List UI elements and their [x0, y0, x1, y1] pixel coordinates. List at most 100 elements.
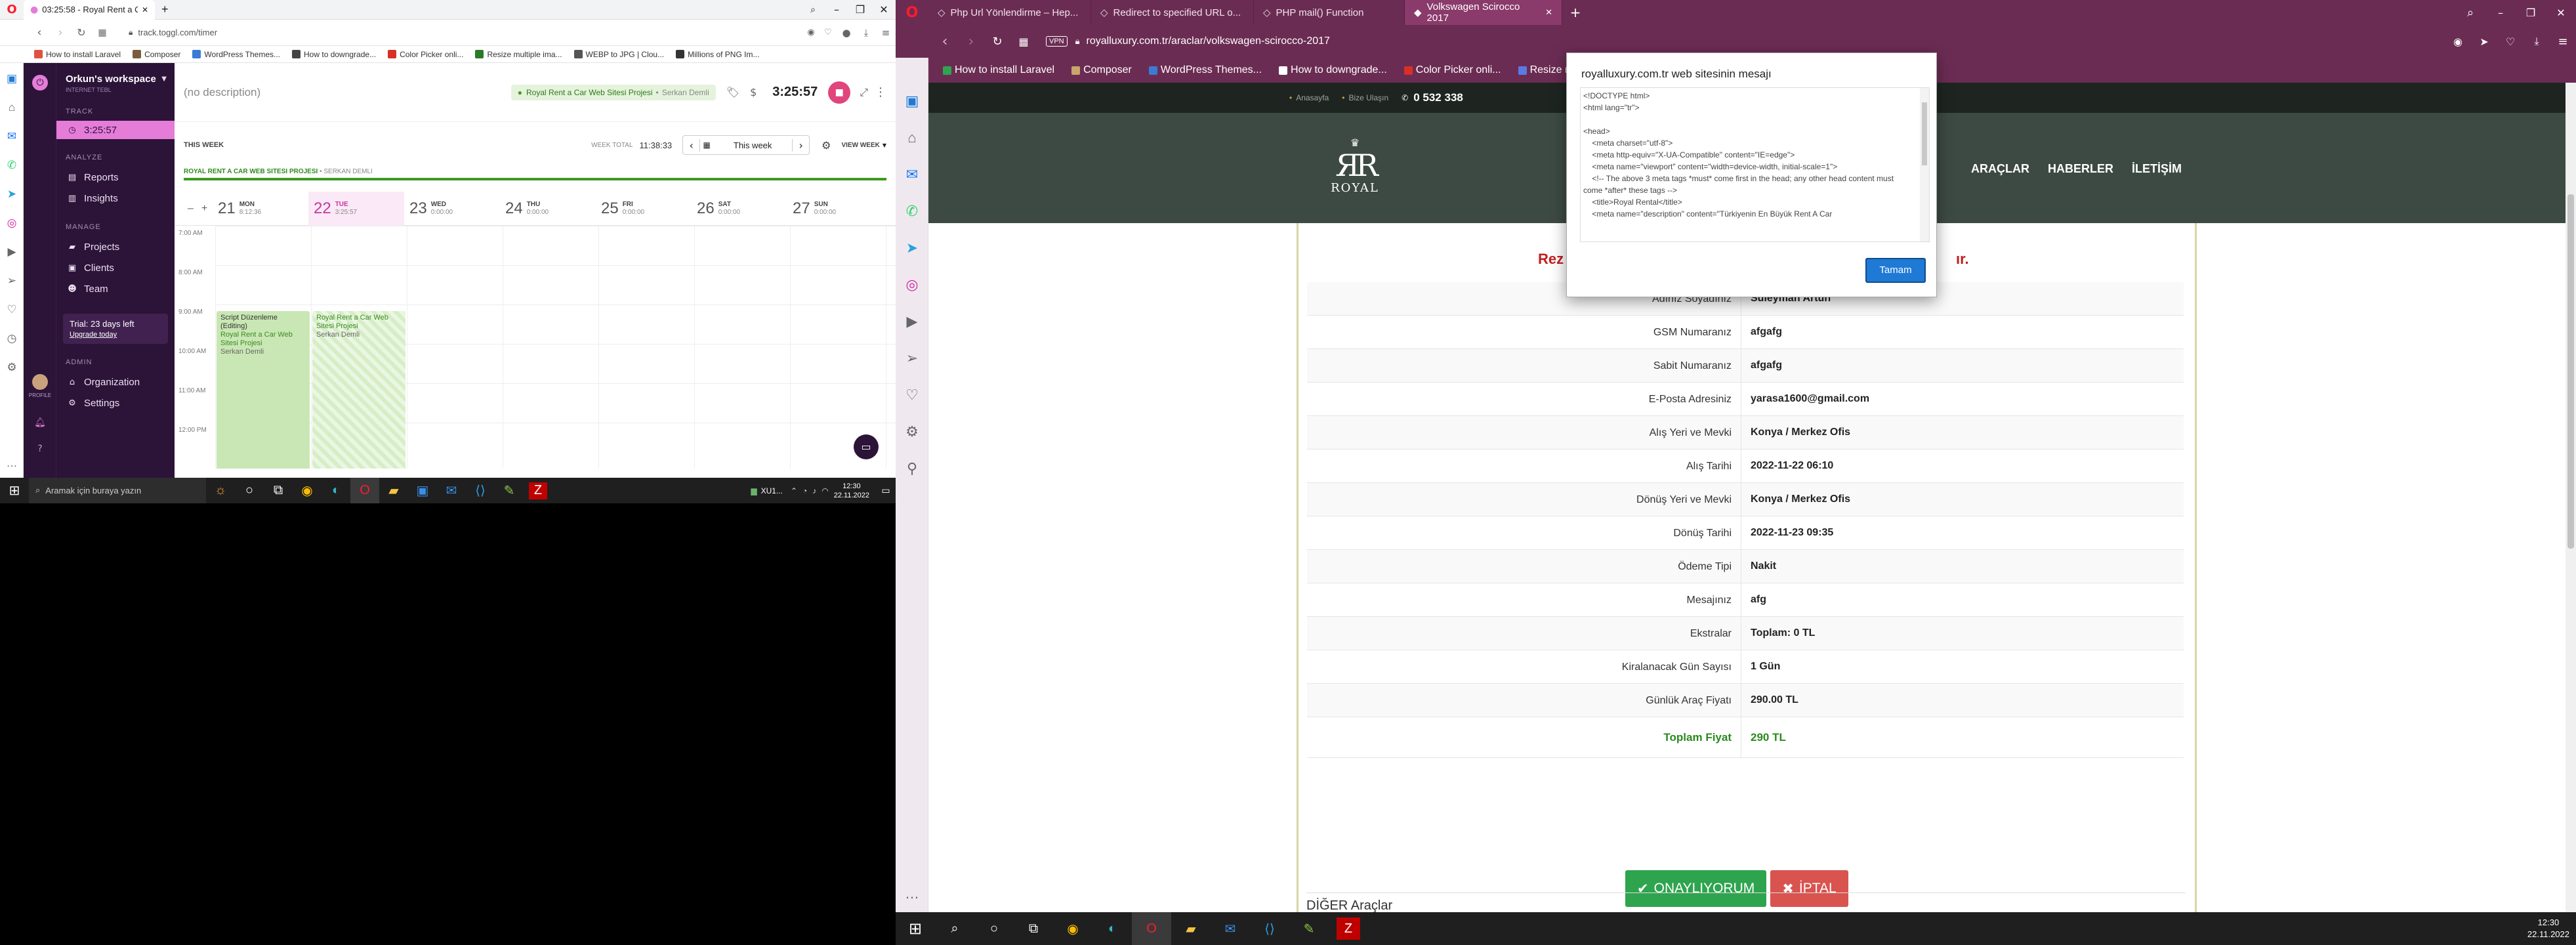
close-icon[interactable]: ✕: [1545, 8, 1552, 18]
bookmark-item[interactable]: Resize multiple ima...: [475, 50, 562, 59]
avatar[interactable]: [32, 374, 48, 390]
edge-icon[interactable]: ◐: [322, 478, 350, 503]
player-icon[interactable]: ▶: [896, 303, 928, 340]
zoom-out-icon[interactable]: –: [188, 203, 194, 215]
chrome-icon[interactable]: ◉: [1053, 912, 1092, 945]
camera-icon[interactable]: ◉: [2445, 35, 2471, 48]
more-icon[interactable]: …: [0, 449, 24, 478]
upgrade-link[interactable]: Upgrade today: [70, 331, 161, 339]
browser-tab[interactable]: ◇ PHP mail() Function: [1254, 0, 1405, 25]
task-view-icon[interactable]: ⧉: [1014, 912, 1053, 945]
file-explorer-icon[interactable]: ▰: [1171, 912, 1211, 945]
description-input[interactable]: (no description): [184, 86, 511, 99]
opera-icon[interactable]: O: [350, 478, 379, 503]
nav-item-settings[interactable]: ⚙ Settings: [56, 392, 175, 413]
bookmark-item[interactable]: Composer: [1071, 64, 1132, 76]
restore-icon[interactable]: ❐: [848, 3, 872, 16]
view-selector[interactable]: VIEW WEEK: [842, 142, 880, 149]
day-column-header[interactable]: 24 THU 0:00:00: [500, 192, 596, 226]
day-column-header[interactable]: 21 MON 8:12:36: [213, 192, 308, 226]
history-icon[interactable]: ◷: [0, 324, 24, 353]
url-field[interactable]: 🔒︎ track.toggl.com/timer: [119, 24, 684, 42]
project-chip[interactable]: ● Royal Rent a Car Web Sitesi Projesi • …: [510, 84, 716, 100]
scrollbar-thumb[interactable]: [2567, 194, 2574, 549]
reload-icon[interactable]: ↻: [984, 35, 1010, 49]
windows-start-icon[interactable]: ⊞: [0, 478, 29, 503]
site-logo[interactable]: ♛ ЯR ROYAL: [1276, 136, 1434, 209]
menu-item-cars[interactable]: ARAÇLAR: [1971, 162, 2029, 176]
cortana-icon[interactable]: ○: [974, 912, 1014, 945]
notepad-icon[interactable]: ✎: [495, 478, 524, 503]
nav-item-insights[interactable]: ▥ Insights: [56, 188, 175, 209]
tag-icon[interactable]: 🏷︎: [726, 86, 739, 98]
opera-icon[interactable]: O: [1132, 912, 1171, 945]
dialog-message[interactable]: <!DOCTYPE html> <html lang="tr"> <head> …: [1580, 87, 1930, 242]
messenger-icon[interactable]: ✉: [896, 156, 928, 193]
send-icon[interactable]: ➢: [896, 340, 928, 377]
heart-icon[interactable]: ♡: [820, 28, 837, 37]
task-view-icon[interactable]: ⧉: [264, 478, 293, 503]
tray-chevron-icon[interactable]: ⌃: [791, 486, 797, 495]
notifications-icon[interactable]: ▭: [876, 478, 896, 503]
download-icon[interactable]: ⤓: [2524, 35, 2550, 48]
forward-icon[interactable]: ›: [50, 26, 71, 39]
day-column-header[interactable]: 26 SAT 0:00:00: [692, 192, 787, 226]
home-icon[interactable]: ⌂: [896, 119, 928, 156]
reload-icon[interactable]: ↻: [71, 26, 92, 39]
edge-icon[interactable]: ◐: [1092, 912, 1132, 945]
time-entry[interactable]: Royal Rent a Car Web Sitesi Projesi Serka…: [312, 311, 405, 469]
bookmark-item[interactable]: Composer: [133, 50, 180, 59]
vscode-icon[interactable]: ⟨⟩: [466, 478, 495, 503]
stop-button[interactable]: ■: [828, 81, 851, 104]
menu-item-contact[interactable]: İLETİŞİM: [2132, 162, 2182, 176]
favorites-icon[interactable]: ♡: [896, 377, 928, 413]
filezilla-icon[interactable]: Z: [529, 482, 547, 499]
next-week-icon[interactable]: ›: [792, 138, 809, 152]
nav-item-timer[interactable]: ◷ 3:25:57: [56, 121, 175, 139]
time-entry[interactable]: Script Düzenleme (Editing) Royal Rent a C…: [217, 311, 310, 469]
bookmark-item[interactable]: How to install Laravel: [34, 50, 121, 59]
bookmark-item[interactable]: WordPress Themes...: [1148, 64, 1262, 76]
dialog-scrollbar[interactable]: [1920, 88, 1929, 242]
chat-icon[interactable]: ▭: [854, 434, 879, 459]
weather-widget[interactable]: ▆ XU1...: [751, 486, 783, 495]
notepad-icon[interactable]: ✎: [1289, 912, 1329, 945]
day-column-header[interactable]: 22 TUE 3:25:57: [308, 191, 404, 226]
tabs-grid-icon[interactable]: ▦: [1010, 35, 1037, 48]
bookmark-item[interactable]: How to downgrade...: [292, 50, 376, 59]
new-tab-button[interactable]: +: [155, 0, 175, 20]
opera-logo-icon[interactable]: O: [0, 3, 24, 16]
send-icon[interactable]: ➤: [2471, 35, 2497, 48]
mail-icon[interactable]: ✉: [437, 478, 466, 503]
windows-start-icon[interactable]: ⊞: [896, 912, 935, 945]
dialog-ok-button[interactable]: Tamam: [1865, 258, 1926, 283]
download-icon[interactable]: ⤓: [856, 27, 876, 39]
whatsapp-icon[interactable]: ✆: [0, 151, 24, 180]
bookmark-item[interactable]: WordPress Themes...: [192, 50, 280, 59]
player-icon[interactable]: ▶: [0, 238, 24, 266]
minimize-icon[interactable]: –: [2485, 7, 2516, 19]
instagram-icon[interactable]: ◎: [0, 209, 24, 238]
nav-item-reports[interactable]: ▤ Reports: [56, 167, 175, 188]
day-column-header[interactable]: 27 SUN 0:00:00: [787, 192, 883, 226]
url-field[interactable]: VPN 🔒︎ royalluxury.com.tr/araclar/volksw…: [1046, 31, 1964, 52]
messenger-icon[interactable]: ✉: [0, 122, 24, 151]
back-icon[interactable]: ‹: [29, 26, 50, 39]
browser-tab[interactable]: ◇ Redirect to specified URL o...: [1091, 0, 1254, 25]
close-icon[interactable]: ✕: [142, 5, 148, 14]
back-icon[interactable]: ‹: [932, 33, 958, 50]
toggl-logo-icon[interactable]: ⏻: [32, 75, 48, 91]
browser-tab[interactable]: ◇ Php Url Yönlendirme – Hep...: [928, 0, 1091, 25]
clock[interactable]: 12:30 22.11.2022: [834, 482, 869, 500]
bookmark-item[interactable]: Millions of PNG Im...: [676, 50, 759, 59]
search-icon[interactable]: ⌕: [2455, 6, 2485, 20]
bookmark-item[interactable]: How to install Laravel: [943, 64, 1054, 76]
more-icon[interactable]: ⋮: [875, 85, 886, 99]
notification-icon[interactable]: 🔔︎: [32, 417, 48, 428]
bookmark-item[interactable]: How to downgrade...: [1279, 64, 1387, 76]
settings-icon[interactable]: ⚙: [896, 413, 928, 450]
day-column-header[interactable]: 23 WED 0:00:00: [404, 192, 500, 226]
dialog-scrollbar-thumb[interactable]: [1922, 102, 1927, 165]
file-explorer-icon[interactable]: ▰: [379, 478, 408, 503]
menu-icon[interactable]: ≡: [876, 27, 896, 39]
